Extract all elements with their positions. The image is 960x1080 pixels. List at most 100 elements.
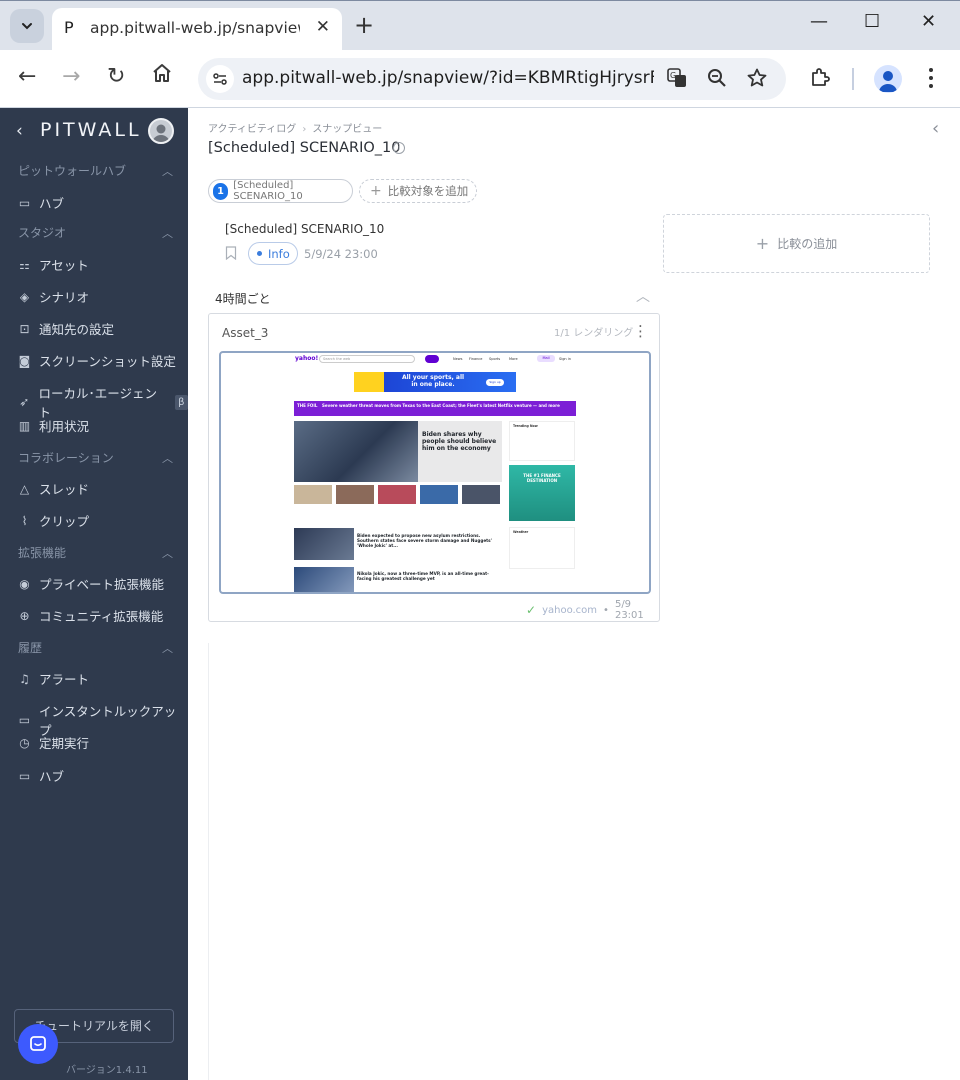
bookmark-icon[interactable] — [225, 246, 237, 260]
url-text: app.pitwall-web.jp/snapview/?id=KBMRtigH… — [242, 68, 654, 88]
camera-icon: ◙ — [18, 353, 31, 368]
bell-icon: ♫ — [19, 671, 30, 686]
sidebar-item-community-extensions[interactable]: ⊕ コミュニティ拡張機能 — [18, 606, 163, 625]
browser-tab[interactable]: P app.pitwall-web.jp/snapview/?id ✕ — [52, 8, 342, 51]
preview-alert-strip: THE FOIL Severe weather threat moves fro… — [294, 401, 576, 416]
preview-nav-news: News — [453, 357, 463, 361]
preview-banner-logo — [354, 372, 384, 392]
asset-card[interactable]: Asset_3 1/1 レンダリング ⋮ yahoo! Search the w… — [208, 313, 660, 622]
sidebar-item-notification-settings[interactable]: ⊡ 通知先の設定 — [18, 319, 114, 338]
new-tab-icon[interactable]: + — [354, 11, 374, 39]
browser-menu-icon[interactable] — [928, 67, 934, 93]
screenshot-thumbnail[interactable]: yahoo! Search the web News Finance Sport… — [219, 351, 651, 594]
tab-close-icon[interactable]: ✕ — [316, 17, 330, 37]
translate-icon[interactable]: G — [666, 67, 688, 94]
back-icon[interactable]: ← — [18, 64, 36, 89]
more-options-icon[interactable]: ⋮ — [633, 322, 648, 340]
chat-support-button[interactable] — [18, 1024, 58, 1064]
sidebar-item-usage[interactable]: ▥ 利用状況 — [18, 416, 89, 435]
add-comparison-panel[interactable]: + 比較の追加 — [663, 214, 930, 273]
chevron-left-icon[interactable]: ‹ — [932, 118, 939, 139]
sidebar-item-hub[interactable]: ▭ ハブ — [18, 193, 64, 212]
chevron-down-icon — [22, 23, 32, 30]
breadcrumb-activity-log[interactable]: アクティビティログ — [208, 124, 296, 135]
sidebar-item-hub-history[interactable]: ▭ ハブ — [18, 766, 64, 785]
chevron-up-icon[interactable]: ︿ — [162, 545, 173, 561]
chevron-up-icon[interactable]: ︿ — [636, 286, 650, 306]
address-bar[interactable]: app.pitwall-web.jp/snapview/?id=KBMRtigH… — [198, 58, 786, 100]
preview-hero-headline: Biden shares why people should believe h… — [422, 431, 497, 452]
toolbar-divider — [852, 68, 854, 90]
add-compare-target-button[interactable]: + 比較対象を追加 — [359, 179, 477, 203]
chevron-up-icon[interactable]: ︿ — [162, 640, 173, 656]
sidebar-item-screenshot-settings[interactable]: ◙ スクリーンショット設定 — [18, 351, 176, 370]
triangle-icon: △ — [19, 481, 30, 496]
tab-title: app.pitwall-web.jp/snapview/?id — [90, 19, 300, 37]
chevron-up-icon[interactable]: ︿ — [162, 225, 173, 241]
yahoo-page-preview: yahoo! Search the web News Finance Sport… — [291, 353, 579, 592]
preview-nav-more: More — [509, 357, 518, 361]
sidebar-item-threads[interactable]: △ スレッド — [18, 479, 89, 498]
tab-search-button[interactable] — [10, 9, 44, 43]
sidebar-item-assets[interactable]: ⚏ アセット — [18, 255, 89, 274]
main-content: アクティビティログ › スナップビュー [Scheduled] SCENARIO_1… — [188, 108, 960, 1080]
user-circle-icon: ◉ — [19, 576, 30, 591]
preview-alert-text: Severe weather threat moves from Texas t… — [322, 403, 560, 408]
chevron-up-icon[interactable]: ︿ — [162, 163, 173, 179]
sidebar-item-scenarios[interactable]: ◈ シナリオ — [18, 287, 89, 306]
sidebar-item-clips[interactable]: ⌇ クリップ — [18, 511, 89, 530]
beta-badge: β — [174, 394, 188, 410]
render-count: 1/1 レンダリング — [554, 328, 634, 339]
preview-sports-banner: All your sports, all in one place. Sign … — [354, 372, 516, 392]
status-dot-icon — [257, 251, 262, 256]
chevron-up-icon[interactable]: ︿ — [162, 450, 173, 466]
svg-text:G: G — [670, 71, 676, 80]
asset-domain[interactable]: yahoo.com — [542, 605, 597, 616]
preview-search-button — [425, 355, 439, 363]
site-info-icon[interactable] — [206, 65, 234, 93]
minimize-icon[interactable]: — — [810, 11, 828, 32]
maximize-icon[interactable]: ☐ — [864, 11, 880, 32]
preview-banner-text: All your sports, all in one place. — [401, 374, 465, 388]
bookmark-star-icon[interactable] — [746, 67, 768, 94]
app-sidebar: ‹ PITWALL ピットウォールハブ ︿ ▭ ハブ スタジオ ︿ ⚏ アセット… — [0, 108, 188, 1080]
page-title: [Scheduled] SCENARIO_10 — [208, 140, 401, 156]
reload-icon[interactable]: ↻ — [107, 64, 125, 89]
preview-search-bar: Search the web — [319, 355, 415, 363]
compare-chip-1[interactable]: 1 [Scheduled] SCENARIO_10 — [208, 179, 353, 203]
sidebar-header: ‹ PITWALL — [0, 118, 188, 148]
zoom-icon[interactable] — [706, 67, 728, 94]
preview-finance-text: THE #1 FINANCE DESTINATION — [523, 473, 561, 483]
extensions-icon[interactable] — [808, 66, 832, 94]
section-title-collaboration: コラボレーション — [18, 451, 114, 465]
dot-separator: • — [603, 604, 609, 616]
profile-avatar-icon[interactable] — [874, 65, 902, 93]
user-avatar[interactable] — [148, 118, 174, 144]
inbox-icon: ⊡ — [19, 321, 30, 336]
preview-signin: Sign in — [559, 357, 571, 361]
preview-story-2-headline: Nikola Jokic, now a three-time MVP, is a… — [357, 571, 489, 582]
collapse-sidebar-icon[interactable]: ‹ — [16, 121, 23, 141]
box-icon: ▭ — [18, 195, 31, 210]
home-icon[interactable] — [151, 62, 173, 90]
preview-story-1-image — [294, 528, 354, 560]
breadcrumb-snapview: スナップビュー — [312, 124, 383, 135]
preview-thumb-5 — [462, 485, 500, 504]
compare-chip-number: 1 — [213, 182, 229, 200]
preview-thumb-1 — [294, 485, 332, 504]
preview-banner-button: Sign up — [486, 379, 504, 386]
info-icon[interactable]: i — [393, 142, 405, 154]
sidebar-item-alerts[interactable]: ♫ アラート — [18, 669, 89, 688]
empty-panel-margin — [188, 636, 208, 1080]
section-title-hub: ピットウォールハブ — [18, 164, 127, 178]
clock-icon: ◷ — [19, 735, 30, 750]
window-close-icon[interactable]: ✕ — [921, 11, 936, 32]
scenario-timestamp: 5/9/24 23:00 — [304, 247, 378, 261]
sidebar-item-scheduled-runs[interactable]: ◷ 定期実行 — [18, 733, 89, 752]
plus-icon: + — [755, 234, 770, 253]
rocket-icon: ➶ — [19, 395, 30, 409]
asset-name: Asset_3 — [222, 326, 269, 340]
forward-icon[interactable]: → — [62, 64, 80, 89]
preview-hero-image — [294, 421, 418, 482]
sidebar-item-private-extensions[interactable]: ◉ プライベート拡張機能 — [18, 574, 164, 593]
